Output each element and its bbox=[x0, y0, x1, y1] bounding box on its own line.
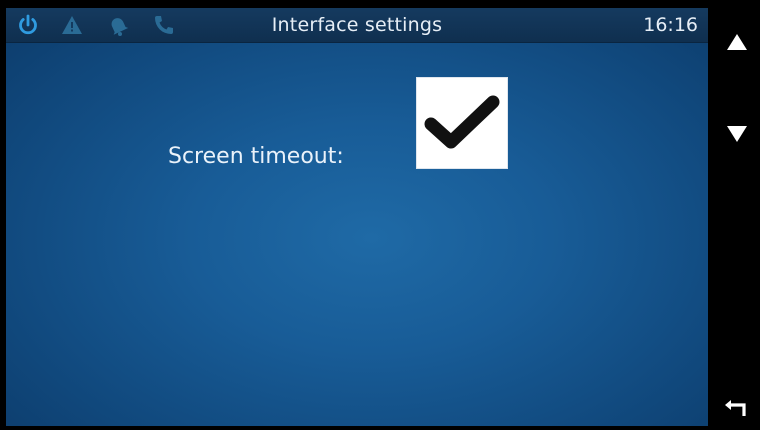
screen-timeout-checkbox[interactable] bbox=[416, 77, 508, 169]
clock-time: 16:16 bbox=[643, 14, 698, 36]
arrow-down-button[interactable] bbox=[722, 118, 752, 148]
hardware-button-bar bbox=[712, 0, 760, 430]
touch-screen: Interface settings 16:16 Screen timeout: bbox=[6, 8, 708, 426]
back-button[interactable] bbox=[722, 394, 752, 424]
arrow-up-button[interactable] bbox=[722, 28, 752, 58]
back-icon bbox=[725, 400, 746, 416]
screen-title: Interface settings bbox=[271, 14, 443, 36]
status-bar: Interface settings 16:16 bbox=[6, 8, 708, 43]
arrow-down-icon bbox=[727, 126, 747, 142]
screen-timeout-label: Screen timeout: bbox=[168, 144, 344, 169]
checkmark-icon bbox=[424, 95, 500, 149]
arrow-up-icon bbox=[727, 34, 747, 50]
device-frame: Interface settings 16:16 Screen timeout: bbox=[0, 0, 760, 430]
